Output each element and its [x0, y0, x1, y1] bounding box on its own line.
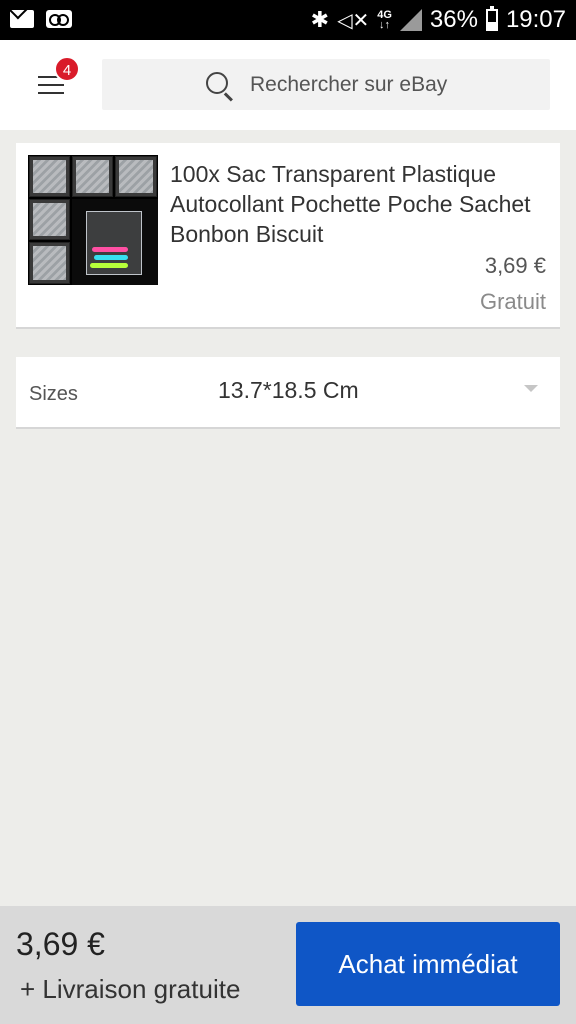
chevron-down-icon — [524, 385, 538, 392]
notification-badge: 4 — [54, 56, 80, 82]
product-thumbnail — [28, 155, 158, 285]
thumbnail-tile — [72, 156, 113, 197]
voicemail-icon — [46, 10, 72, 28]
total-price: 3,69 € — [16, 926, 105, 962]
product-shipping: Gratuit — [479, 289, 546, 314]
product-price: 3,69 € — [484, 253, 546, 278]
thumbnail-tile — [29, 199, 70, 240]
size-select[interactable]: Sizes 13.7*18.5 Cm — [16, 357, 560, 429]
shipping-note: + Livraison gratuite — [20, 974, 241, 1004]
checkout-bar: 3,69 € + Livraison gratuite Achat immédi… — [0, 906, 576, 1024]
app-header: 4 Rechercher sur eBay — [0, 40, 576, 130]
thumbnail-tile — [29, 156, 70, 197]
buy-now-button[interactable]: Achat immédiat — [296, 922, 560, 1006]
search-input[interactable]: Rechercher sur eBay — [102, 59, 550, 110]
product-title[interactable]: 100x Sac Transparent Plastique Autocolla… — [170, 159, 550, 249]
thumbnail-item — [94, 255, 128, 260]
thumbnail-tile — [29, 242, 70, 284]
status-left — [10, 10, 72, 28]
menu-icon-bar — [38, 84, 64, 86]
search-icon — [206, 72, 228, 94]
mute-icon: ◁✕ — [337, 9, 370, 32]
thumbnail-tile — [115, 156, 157, 197]
thumbnail-item — [92, 247, 128, 252]
size-value: 13.7*18.5 Cm — [218, 377, 359, 403]
size-label: Sizes — [29, 383, 78, 405]
network-4g-icon: 4G ↓↑ — [377, 9, 392, 31]
bluetooth-icon: ✱ — [310, 7, 330, 32]
product-card[interactable]: 100x Sac Transparent Plastique Autocolla… — [16, 143, 560, 329]
clock: 19:07 — [505, 6, 566, 33]
status-bar: ✱ ◁✕ 4G ↓↑ 36% 19:07 — [0, 0, 576, 40]
signal-icon — [399, 9, 422, 31]
menu-icon-bar — [38, 92, 64, 94]
network-label: 4G — [377, 9, 392, 21]
battery-percent: 36% — [429, 6, 478, 33]
thumbnail-item — [90, 263, 128, 268]
search-placeholder: Rechercher sur eBay — [250, 73, 448, 96]
mail-icon — [10, 10, 34, 28]
battery-icon — [485, 6, 498, 31]
status-right: ✱ ◁✕ 4G ↓↑ 36% 19:07 — [311, 0, 566, 40]
